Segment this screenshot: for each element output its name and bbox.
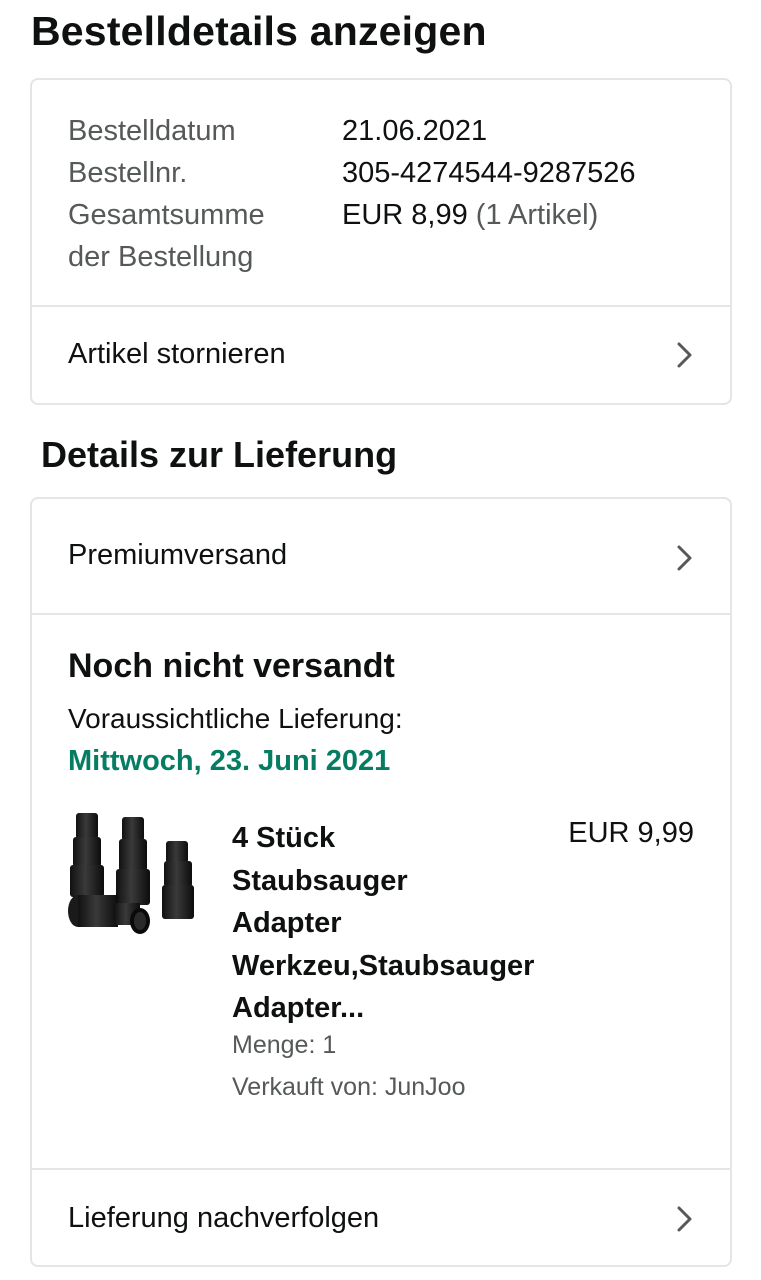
- shipment-status: Noch nicht versandt: [68, 647, 395, 685]
- track-delivery-label: Lieferung nachverfolgen: [68, 1202, 380, 1234]
- estimated-delivery-date: Mittwoch, 23. Juni 2021: [68, 745, 391, 777]
- product-title[interactable]: 4 Stück Staubsauger Adapter Werkzeu,Stau…: [232, 817, 572, 1030]
- order-total-value-wrap: EUR 8,99 (1 Artikel): [342, 194, 598, 236]
- order-number-row: Bestellnr.: [68, 152, 187, 194]
- product-title-line: 4 Stück: [232, 822, 336, 854]
- order-item-count: (1 Artikel): [475, 199, 599, 231]
- chevron-right-icon: [674, 543, 696, 573]
- order-total-label-line1-wrap: Gesamtsumme: [68, 194, 265, 236]
- order-date-value-wrap: 21.06.2021: [342, 110, 487, 152]
- delivery-card: Premiumversand Noch nicht versandt Vorau…: [30, 497, 732, 1267]
- track-delivery-link[interactable]: Lieferung nachverfolgen: [32, 1170, 730, 1265]
- product-title-line: Staubsauger: [232, 864, 408, 897]
- chevron-right-icon: [674, 1204, 696, 1234]
- order-date-label: Bestelldatum: [68, 115, 236, 147]
- order-total-label-line2-wrap: der Bestellung: [68, 236, 253, 278]
- order-number-value-wrap: 305-4274544-9287526: [342, 152, 636, 194]
- order-total-value: EUR 8,99: [342, 199, 468, 231]
- cancel-items-link[interactable]: Artikel stornieren: [32, 307, 730, 403]
- order-total-label-line2: der Bestellung: [68, 241, 254, 273]
- product-price: EUR 9,99: [568, 817, 694, 849]
- estimated-delivery-label: Voraussichtliche Lieferung:: [68, 703, 403, 734]
- vacuum-adapter-image[interactable]: [66, 811, 202, 947]
- product-seller: Verkauft von: JunJoo: [232, 1073, 466, 1101]
- divider: [32, 613, 730, 615]
- product-title-line: Werkzeu,Staubsauger: [232, 949, 535, 982]
- order-date-value: 21.06.2021: [342, 115, 488, 147]
- page-title: Bestelldetails anzeigen: [31, 8, 487, 54]
- product-title-line: Adapter: [232, 907, 342, 939]
- order-number-value: 305-4274544-9287526: [342, 157, 636, 189]
- delivery-section-title: Details zur Lieferung: [41, 434, 398, 475]
- shipping-method-link[interactable]: Premiumversand: [32, 499, 730, 613]
- order-number-label: Bestellnr.: [68, 157, 188, 189]
- cancel-items-label: Artikel stornieren: [68, 338, 286, 370]
- shipping-method-label: Premiumversand: [68, 539, 288, 571]
- order-summary-card: Bestelldatum 21.06.2021 Bestellnr. 305-4…: [30, 78, 732, 405]
- order-date-row: Bestelldatum: [68, 110, 236, 152]
- product-quantity: Menge: 1: [232, 1031, 337, 1059]
- product-title-line: Adapter...: [232, 992, 365, 1024]
- order-total-label-line1: Gesamtsumme: [68, 199, 265, 231]
- chevron-right-icon: [674, 340, 696, 370]
